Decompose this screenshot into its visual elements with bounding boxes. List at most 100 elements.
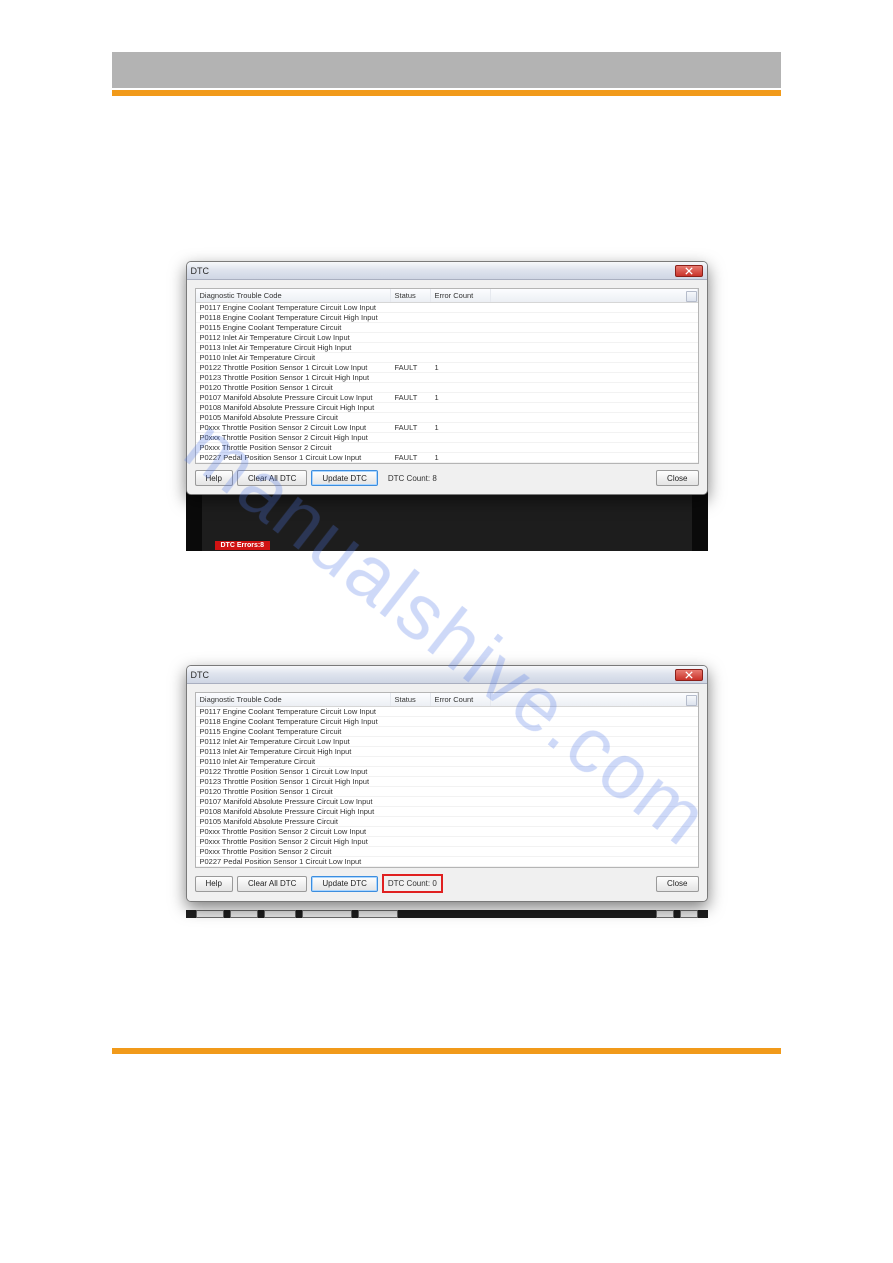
clear-all-dtc-button[interactable]: Clear All DTC bbox=[237, 470, 307, 486]
cell-dtc-code: P0113 Inlet Air Temperature Circuit High… bbox=[196, 747, 391, 756]
table-row[interactable]: P0120 Throttle Position Sensor 1 Circuit bbox=[196, 787, 698, 797]
table-row[interactable]: P0120 Throttle Position Sensor 1 Circuit bbox=[196, 383, 698, 393]
cell-error-count: 1 bbox=[431, 453, 491, 462]
table-row[interactable]: P0117 Engine Coolant Temperature Circuit… bbox=[196, 303, 698, 313]
doc-header-bar bbox=[112, 52, 781, 88]
table-row[interactable]: P0112 Inlet Air Temperature Circuit Low … bbox=[196, 737, 698, 747]
cell-status: FAULT bbox=[391, 453, 431, 462]
cell-dtc-code: P0123 Throttle Position Sensor 1 Circuit… bbox=[196, 373, 391, 382]
cell-status: FAULT bbox=[391, 363, 431, 372]
dtc-window: DTC Diagnostic Trouble Code Status Error… bbox=[186, 261, 708, 495]
cell-dtc-code: P0112 Inlet Air Temperature Circuit Low … bbox=[196, 333, 391, 342]
cell-dtc-code: P0105 Manifold Absolute Pressure Circuit bbox=[196, 413, 391, 422]
dtc-count-label: DTC Count: 8 bbox=[382, 474, 443, 483]
cell-dtc-code: P0117 Engine Coolant Temperature Circuit… bbox=[196, 303, 391, 312]
cell-dtc-code: P0xxx Throttle Position Sensor 2 Circuit bbox=[196, 847, 391, 856]
table-row[interactable]: P0112 Inlet Air Temperature Circuit Low … bbox=[196, 333, 698, 343]
titlebar: DTC bbox=[187, 262, 707, 280]
table-row[interactable]: P0113 Inlet Air Temperature Circuit High… bbox=[196, 343, 698, 353]
cell-error-count: 1 bbox=[431, 423, 491, 432]
table-row[interactable]: P0108 Manifold Absolute Pressure Circuit… bbox=[196, 807, 698, 817]
table-row[interactable]: P0105 Manifold Absolute Pressure Circuit bbox=[196, 413, 698, 423]
cell-error-count: 1 bbox=[431, 393, 491, 402]
col-header-error[interactable]: Error Count bbox=[431, 289, 491, 302]
table-row[interactable]: P0118 Engine Coolant Temperature Circuit… bbox=[196, 313, 698, 323]
cell-dtc-code: P0110 Inlet Air Temperature Circuit bbox=[196, 757, 391, 766]
table-row[interactable]: P0xxx Throttle Position Sensor 2 Circuit… bbox=[196, 433, 698, 443]
col-header-code[interactable]: Diagnostic Trouble Code bbox=[196, 289, 391, 302]
dtc-table: Diagnostic Trouble Code Status Error Cou… bbox=[195, 288, 699, 464]
cell-dtc-code: P0108 Manifold Absolute Pressure Circuit… bbox=[196, 807, 391, 816]
help-button[interactable]: Help bbox=[195, 470, 233, 486]
table-row[interactable]: P0107 Manifold Absolute Pressure Circuit… bbox=[196, 797, 698, 807]
table-row[interactable]: P0105 Manifold Absolute Pressure Circuit bbox=[196, 817, 698, 827]
help-button[interactable]: Help bbox=[195, 876, 233, 892]
col-header-code[interactable]: Diagnostic Trouble Code bbox=[196, 693, 391, 706]
cell-dtc-code: P0xxx Throttle Position Sensor 2 Circuit… bbox=[196, 423, 391, 432]
table-row[interactable]: P0122 Throttle Position Sensor 1 Circuit… bbox=[196, 767, 698, 777]
app-dark-strip bbox=[186, 902, 708, 918]
dtc-table: Diagnostic Trouble Code Status Error Cou… bbox=[195, 692, 699, 868]
cell-dtc-code: P0108 Manifold Absolute Pressure Circuit… bbox=[196, 403, 391, 412]
cell-dtc-code: P0123 Throttle Position Sensor 1 Circuit… bbox=[196, 777, 391, 786]
table-row[interactable]: P0xxx Throttle Position Sensor 2 Circuit… bbox=[196, 827, 698, 837]
scrollbar-up-icon[interactable] bbox=[686, 695, 697, 706]
table-row[interactable]: P0108 Manifold Absolute Pressure Circuit… bbox=[196, 403, 698, 413]
cell-dtc-code: P0227 Pedal Position Sensor 1 Circuit Lo… bbox=[196, 857, 391, 866]
titlebar: DTC bbox=[187, 666, 707, 684]
table-row[interactable]: P0113 Inlet Air Temperature Circuit High… bbox=[196, 747, 698, 757]
window-close-button[interactable] bbox=[675, 265, 703, 277]
table-row[interactable]: P0115 Engine Coolant Temperature Circuit bbox=[196, 323, 698, 333]
table-row[interactable]: P0115 Engine Coolant Temperature Circuit bbox=[196, 727, 698, 737]
dtc-count-label: DTC Count: 0 bbox=[388, 879, 437, 888]
scrollbar-up-icon[interactable] bbox=[686, 291, 697, 302]
update-dtc-button[interactable]: Update DTC bbox=[311, 470, 377, 486]
window-close-button[interactable] bbox=[675, 669, 703, 681]
dtc-errors-pill: DTC Errors:8 bbox=[215, 541, 271, 550]
col-header-error[interactable]: Error Count bbox=[431, 693, 491, 706]
table-row[interactable]: P0xxx Throttle Position Sensor 2 Circuit… bbox=[196, 837, 698, 847]
table-row[interactable]: P0110 Inlet Air Temperature Circuit bbox=[196, 353, 698, 363]
window-title: DTC bbox=[191, 670, 675, 680]
table-header: Diagnostic Trouble Code Status Error Cou… bbox=[196, 289, 698, 303]
col-header-status[interactable]: Status bbox=[391, 289, 431, 302]
cell-dtc-code: P0227 Pedal Position Sensor 1 Circuit Lo… bbox=[196, 453, 391, 462]
close-icon bbox=[685, 267, 693, 275]
cell-dtc-code: P0115 Engine Coolant Temperature Circuit bbox=[196, 323, 391, 332]
cell-dtc-code: P0120 Throttle Position Sensor 1 Circuit bbox=[196, 383, 391, 392]
table-row[interactable]: P0123 Throttle Position Sensor 1 Circuit… bbox=[196, 777, 698, 787]
close-icon bbox=[685, 671, 693, 679]
dtc-count-highlight: DTC Count: 0 bbox=[382, 874, 443, 893]
cell-dtc-code: P0110 Inlet Air Temperature Circuit bbox=[196, 353, 391, 362]
cell-dtc-code: P0107 Manifold Absolute Pressure Circuit… bbox=[196, 393, 391, 402]
cell-status: FAULT bbox=[391, 423, 431, 432]
window-title: DTC bbox=[191, 266, 675, 276]
cell-dtc-code: P0105 Manifold Absolute Pressure Circuit bbox=[196, 817, 391, 826]
table-row[interactable]: P0107 Manifold Absolute Pressure Circuit… bbox=[196, 393, 698, 403]
cell-status: FAULT bbox=[391, 393, 431, 402]
table-row[interactable]: P0110 Inlet Air Temperature Circuit bbox=[196, 757, 698, 767]
table-row[interactable]: P0123 Throttle Position Sensor 1 Circuit… bbox=[196, 373, 698, 383]
table-row[interactable]: P0227 Pedal Position Sensor 1 Circuit Lo… bbox=[196, 857, 698, 867]
close-button[interactable]: Close bbox=[656, 876, 698, 892]
cell-dtc-code: P0xxx Throttle Position Sensor 2 Circuit… bbox=[196, 433, 391, 442]
clear-all-dtc-button[interactable]: Clear All DTC bbox=[237, 876, 307, 892]
table-row[interactable]: P0122 Throttle Position Sensor 1 Circuit… bbox=[196, 363, 698, 373]
table-row[interactable]: P0117 Engine Coolant Temperature Circuit… bbox=[196, 707, 698, 717]
table-row[interactable]: P0118 Engine Coolant Temperature Circuit… bbox=[196, 717, 698, 727]
cell-dtc-code: P0xxx Throttle Position Sensor 2 Circuit bbox=[196, 443, 391, 452]
cell-dtc-code: P0118 Engine Coolant Temperature Circuit… bbox=[196, 313, 391, 322]
cell-dtc-code: P0107 Manifold Absolute Pressure Circuit… bbox=[196, 797, 391, 806]
close-button[interactable]: Close bbox=[656, 470, 698, 486]
table-row[interactable]: P0227 Pedal Position Sensor 1 Circuit Lo… bbox=[196, 453, 698, 463]
table-header: Diagnostic Trouble Code Status Error Cou… bbox=[196, 693, 698, 707]
cell-dtc-code: P0120 Throttle Position Sensor 1 Circuit bbox=[196, 787, 391, 796]
table-row[interactable]: P0xxx Throttle Position Sensor 2 Circuit bbox=[196, 443, 698, 453]
table-row[interactable]: P0xxx Throttle Position Sensor 2 Circuit… bbox=[196, 423, 698, 433]
update-dtc-button[interactable]: Update DTC bbox=[311, 876, 377, 892]
cell-dtc-code: P0xxx Throttle Position Sensor 2 Circuit… bbox=[196, 827, 391, 836]
dtc-window: DTC Diagnostic Trouble Code Status Error… bbox=[186, 665, 708, 902]
col-header-status[interactable]: Status bbox=[391, 693, 431, 706]
doc-footer-accent bbox=[112, 1048, 781, 1054]
table-row[interactable]: P0xxx Throttle Position Sensor 2 Circuit bbox=[196, 847, 698, 857]
